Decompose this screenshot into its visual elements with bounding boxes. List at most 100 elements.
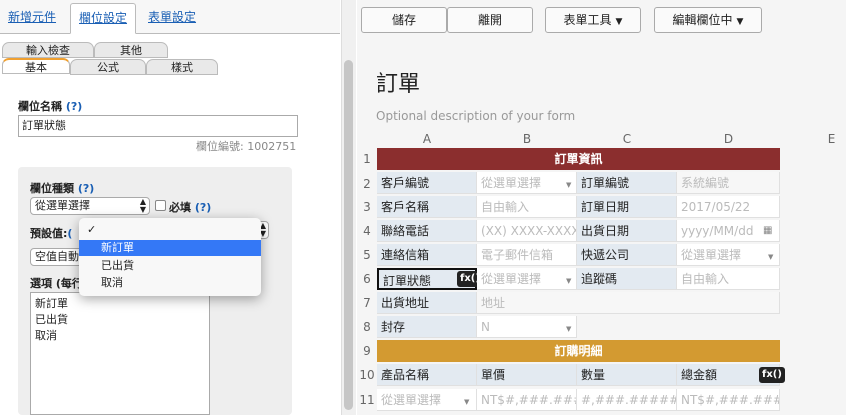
column-header[interactable]: D	[677, 130, 780, 149]
input-cell[interactable]: (XX) XXXX-XXXX	[477, 220, 577, 242]
leave-button[interactable]: 離開	[447, 7, 533, 33]
tab-field-settings[interactable]: 欄位設定	[70, 3, 137, 34]
field-type-value: 從選單選擇	[35, 199, 90, 212]
field-type-help-link[interactable]: (?)	[78, 182, 94, 195]
row-header[interactable]: 3	[357, 196, 377, 218]
section-header-order-info[interactable]: 訂單資訊	[377, 148, 780, 170]
option-line: 新訂單	[35, 297, 68, 310]
input-cell[interactable]: 系統編號	[677, 172, 780, 194]
required-label-text: 必填	[169, 201, 191, 214]
row-header[interactable]: 9	[357, 340, 377, 362]
row-header[interactable]: 2	[357, 173, 377, 195]
subtab-style[interactable]: 樣式	[146, 59, 218, 75]
input-cell[interactable]: 從選單選擇	[677, 244, 780, 266]
left-scrollbar-thumb[interactable]	[344, 60, 353, 410]
input-cell[interactable]: 電子郵件信箱	[477, 244, 577, 266]
field-settings-panel: 新增元件 欄位設定 表單設定 輸入檢查 其他 基本 公式 樣式 欄位名稱 (?)…	[0, 0, 356, 415]
label-cell[interactable]: 出貨日期	[577, 220, 677, 242]
default-value-dropdown: ✓ 新訂單 已出貨 取消	[79, 218, 261, 296]
options-textarea[interactable]: 新訂單 已出貨 取消	[30, 292, 210, 415]
calendar-icon[interactable]: ▦	[763, 225, 772, 236]
label-cell[interactable]: 單價	[477, 364, 577, 386]
tab-form-settings[interactable]: 表單設定	[140, 3, 204, 34]
label-cell[interactable]: 聯絡電話	[377, 220, 477, 242]
row-header[interactable]: 8	[357, 316, 377, 338]
row-header[interactable]: 1	[357, 148, 377, 170]
subtab-formula[interactable]: 公式	[70, 59, 146, 75]
formula-badge[interactable]: fx()	[759, 367, 785, 383]
input-cell[interactable]: 2017/05/22	[677, 196, 780, 218]
input-cell[interactable]: NT$#,###.####	[677, 389, 780, 411]
section-header-order-details[interactable]: 訂購明細	[377, 340, 780, 362]
input-cell[interactable]: 自由輸入	[477, 196, 577, 218]
column-header[interactable]: A	[377, 130, 477, 149]
editing-fields-button[interactable]: 編輯欄位中 ▼	[654, 7, 762, 33]
select-arrows-icon: ▲ ▼	[139, 197, 146, 214]
panel-tabs: 新增元件 欄位設定 表單設定	[0, 0, 340, 34]
dropdown-item-shipped[interactable]: 已出貨	[79, 258, 261, 274]
label-cell[interactable]: 快遞公司	[577, 244, 677, 266]
tab-add-component[interactable]: 新增元件	[0, 3, 64, 34]
field-name-label: 欄位名稱 (?)	[18, 98, 82, 114]
default-value-label-text: 預設值:	[30, 227, 68, 240]
label-cell[interactable]: 封存	[377, 316, 477, 338]
row-header[interactable]: 10	[357, 364, 377, 386]
dropdown-item-cancelled[interactable]: 取消	[79, 275, 261, 291]
option-line: 取消	[35, 329, 57, 342]
dropdown-item-empty[interactable]: ✓	[79, 222, 261, 238]
dropdown-item-new-order[interactable]: 新訂單	[79, 240, 261, 256]
check-icon: ✓	[87, 223, 97, 236]
row-header[interactable]: 5	[357, 244, 377, 266]
dropdown-arrow-icon: ▼	[768, 253, 774, 261]
column-header[interactable]: E	[780, 130, 846, 149]
input-cell[interactable]: 地址	[477, 292, 780, 314]
label-cell[interactable]: 訂單編號	[577, 172, 677, 194]
options-label: 選項 (每行	[30, 277, 83, 290]
option-line: 已出貨	[35, 313, 68, 326]
label-cell[interactable]: 客戶名稱	[377, 196, 477, 218]
form-tools-button[interactable]: 表單工具 ▼	[545, 7, 641, 33]
required-label: 必填 (?)	[169, 199, 211, 215]
label-cell[interactable]: 數量	[577, 364, 677, 386]
input-cell[interactable]: 自由輸入	[677, 268, 780, 290]
subtab-validation[interactable]: 輸入檢查	[2, 42, 94, 58]
field-name-input[interactable]: 訂單狀態	[18, 115, 298, 137]
caret-down-icon: ▼	[615, 17, 623, 27]
row-header[interactable]: 4	[357, 220, 377, 242]
input-cell[interactable]: N	[477, 316, 577, 338]
row-header[interactable]: 7	[357, 292, 377, 314]
label-cell[interactable]: 追蹤碼	[577, 268, 677, 290]
label-cell[interactable]: 連絡信箱	[377, 244, 477, 266]
column-header[interactable]: B	[477, 130, 577, 149]
label-cell[interactable]: 客戶編號	[377, 172, 477, 194]
caret-down-icon: ▼	[736, 17, 744, 27]
field-name-help-link[interactable]: (?)	[66, 100, 82, 113]
label-cell[interactable]: 產品名稱	[377, 364, 477, 386]
field-type-select[interactable]: 從選單選擇 ▲ ▼	[30, 197, 150, 215]
form-tools-label: 表單工具	[563, 13, 612, 27]
input-cell[interactable]: 從選單選擇	[377, 389, 477, 411]
input-cell[interactable]: 從選單選擇	[477, 172, 577, 194]
label-cell[interactable]: 訂單日期	[577, 196, 677, 218]
subtab-basic[interactable]: 基本	[2, 58, 70, 74]
row-header[interactable]: 6	[357, 268, 377, 290]
input-cell[interactable]: #,###.#####	[577, 389, 677, 411]
field-name-label-text: 欄位名稱	[18, 100, 62, 113]
form-description[interactable]: Optional description of your form	[376, 109, 575, 123]
default-help-link[interactable]: (	[67, 227, 72, 240]
save-button[interactable]: 儲存	[361, 7, 447, 33]
dropdown-arrow-icon: ▼	[566, 277, 572, 285]
field-type-label-text: 欄位種類	[30, 182, 74, 195]
required-checkbox[interactable]	[155, 200, 166, 211]
editing-fields-label: 編輯欄位中	[672, 13, 733, 27]
row-header[interactable]: 11	[357, 389, 377, 411]
column-header[interactable]: C	[577, 130, 677, 149]
input-cell[interactable]: NT$#,###.####	[477, 389, 577, 411]
required-help-link[interactable]: (?)	[195, 201, 211, 214]
subtab-other[interactable]: 其他	[94, 42, 168, 58]
field-id-text: 欄位編號: 1002751	[196, 140, 297, 153]
form-title: 訂單	[376, 72, 421, 97]
label-cell[interactable]: 出貨地址	[377, 292, 477, 314]
dropdown-arrow-icon: ▼	[566, 325, 572, 333]
input-cell[interactable]: 從選單選擇	[477, 268, 577, 290]
